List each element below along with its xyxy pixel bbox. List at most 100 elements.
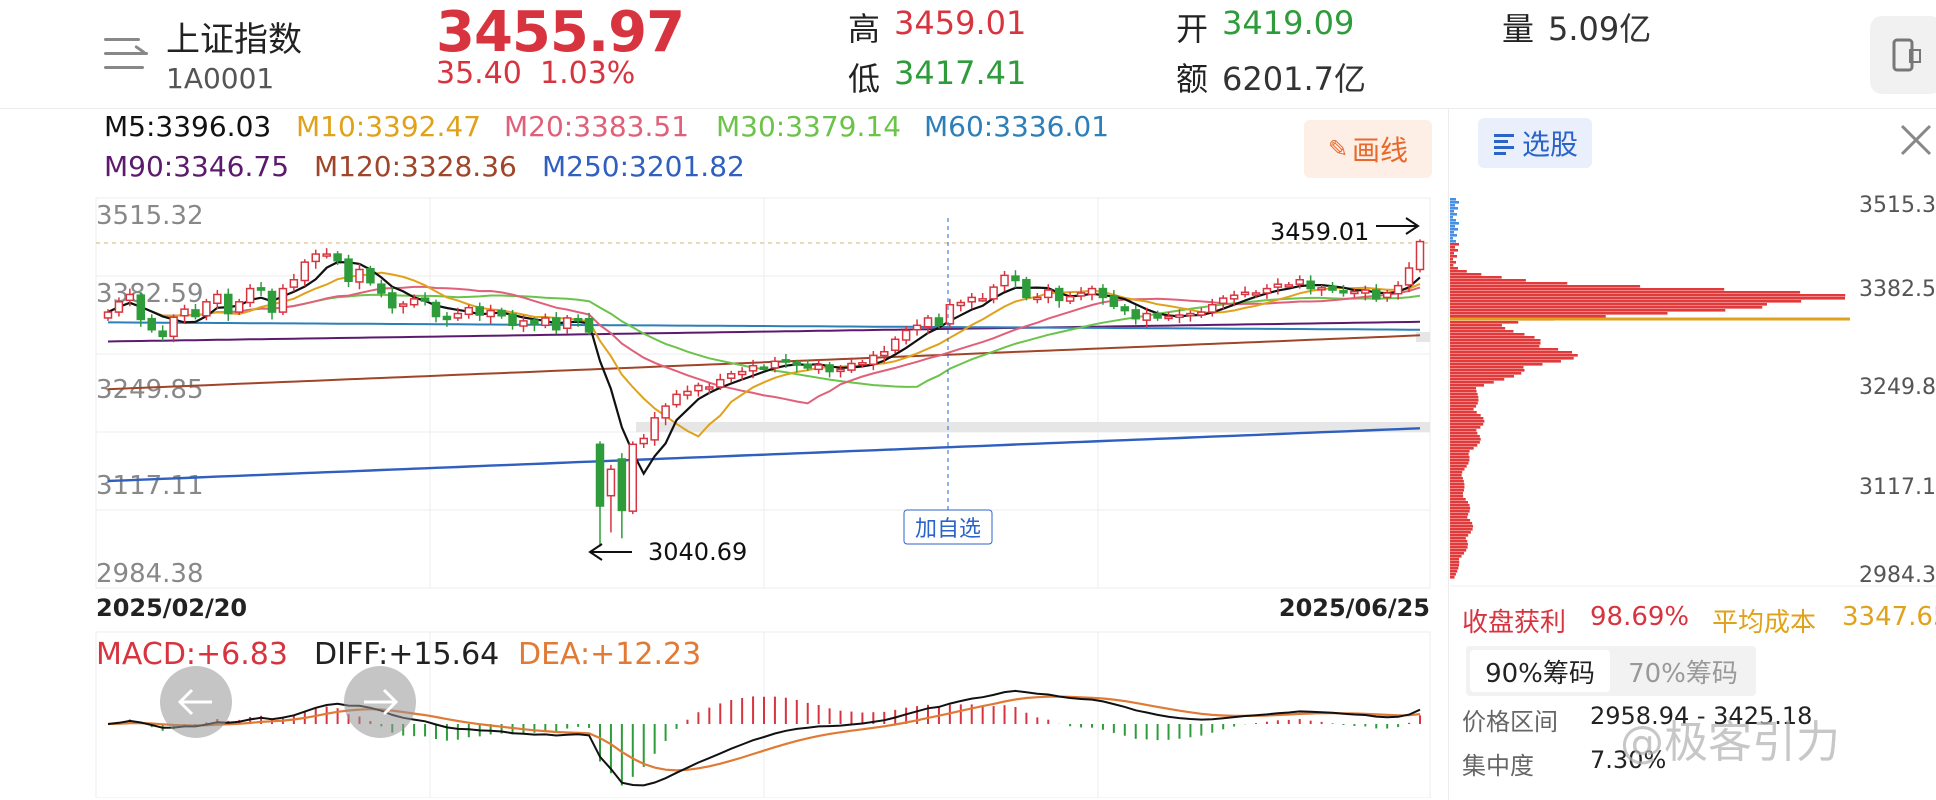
chip-bars — [1450, 198, 1846, 579]
candle-up — [202, 301, 211, 317]
candle-up — [1273, 283, 1283, 288]
candle-up — [322, 253, 331, 257]
chip-y-tick-5: 2984.3 — [1859, 563, 1936, 588]
ma5-label: M5:3396.03 — [104, 110, 272, 143]
candle-up — [300, 261, 310, 282]
chip-bar — [1450, 462, 1469, 465]
candle-down — [781, 359, 791, 363]
amount-value: 6201.7亿 — [1222, 60, 1366, 98]
chip-bar — [1450, 477, 1463, 480]
candle-down — [366, 268, 375, 284]
chip-bar — [1450, 297, 1846, 300]
chip-bar — [1450, 312, 1668, 315]
candle-up — [890, 338, 900, 352]
candle-up — [1033, 296, 1042, 301]
chip-bar — [1450, 510, 1470, 513]
chip-bar — [1450, 537, 1466, 540]
chip-bar — [1450, 486, 1465, 489]
chip-bar — [1450, 315, 1606, 318]
price-change-pct: 1.03% — [540, 56, 636, 91]
chip-bar — [1450, 423, 1484, 426]
profit-value: 98.69% — [1590, 602, 1690, 632]
candle-down — [1339, 290, 1348, 294]
ma90-label: M90:3346.75 — [104, 150, 290, 183]
candle-up — [289, 279, 299, 288]
pencil-icon: ✎ — [1327, 135, 1349, 163]
candle-up — [694, 384, 703, 392]
chip-bar — [1450, 459, 1470, 462]
candle-up — [180, 308, 189, 317]
candle-up — [858, 362, 867, 366]
candle-down — [256, 287, 266, 291]
chip-bar — [1450, 372, 1522, 375]
ma30-label: M30:3379.14 — [716, 110, 902, 143]
chip-bar — [1450, 489, 1464, 492]
chip-bar — [1450, 369, 1525, 372]
chip-bar — [1450, 276, 1502, 279]
chip-bar — [1450, 366, 1524, 369]
draw-line-button[interactable]: ✎ 画线 — [1304, 120, 1432, 178]
candle-up — [814, 364, 823, 371]
candle-up — [989, 286, 998, 300]
candle-up — [650, 417, 659, 441]
chip-bar — [1450, 543, 1468, 546]
candle-up — [1295, 279, 1304, 285]
candle-up — [1284, 284, 1294, 288]
chip-bar — [1450, 408, 1474, 411]
chip-bar — [1450, 447, 1474, 450]
chip-bar — [1450, 381, 1494, 384]
y-tick-1: 3515.32 — [96, 201, 204, 231]
stock-code: 1A0001 — [166, 62, 275, 95]
candle-up — [125, 293, 135, 302]
candle-up — [1350, 290, 1359, 295]
candle-up — [103, 311, 113, 319]
candle-up — [1218, 297, 1228, 305]
chip-bar — [1450, 507, 1471, 510]
candle-up — [1186, 312, 1195, 317]
chip-bar — [1450, 570, 1458, 573]
low-value: 3417.41 — [894, 54, 1027, 92]
candle-up — [748, 364, 758, 372]
ma10-label: M10:3392.47 — [296, 110, 482, 143]
range-label: 价格区间 — [1462, 708, 1558, 736]
chip-bar — [1450, 279, 1526, 282]
chip-distribution-chart: 3515.3 3382.5 3249.8 3117.1 2984.3 — [1450, 193, 1936, 588]
candle-down — [191, 309, 200, 318]
add-watchlist-label: 加自选 — [915, 517, 981, 542]
landscape-phone-button[interactable] — [1870, 16, 1936, 94]
candle-up — [1393, 284, 1403, 295]
candle-down — [825, 364, 834, 373]
candle-down — [1054, 287, 1064, 302]
chip-bar — [1450, 360, 1561, 363]
end-date: 2025/06/25 — [1279, 594, 1430, 622]
candle-up — [1164, 315, 1173, 320]
volume-value: 5.09亿 — [1548, 10, 1652, 48]
tab-90-chip[interactable]: 90%筹码 — [1470, 650, 1610, 692]
chip-bar — [1450, 357, 1574, 360]
chip-bar — [1450, 402, 1478, 405]
chip-bar — [1450, 414, 1481, 417]
add-watchlist-button[interactable]: 加自选 — [903, 509, 993, 545]
chip-bar — [1450, 201, 1459, 204]
next-button[interactable] — [344, 666, 416, 738]
chip-bar — [1450, 240, 1456, 243]
prev-button[interactable] — [160, 666, 232, 738]
chip-bar — [1450, 285, 1641, 288]
candle-up — [1076, 292, 1086, 297]
tab-70-chip[interactable]: 70%筹码 — [1614, 650, 1752, 692]
stock-picker-button[interactable]: 选股 — [1478, 118, 1592, 168]
chip-bar — [1450, 288, 1725, 291]
chip-bar — [1450, 216, 1453, 219]
candle-up — [169, 316, 178, 338]
candle-up — [311, 253, 320, 263]
candle-down — [1098, 287, 1108, 299]
chip-bar — [1450, 561, 1460, 564]
candle-up — [716, 378, 725, 388]
dea-label: DEA:+12.23 — [518, 637, 701, 672]
candle-down — [508, 313, 517, 327]
candle-up — [683, 390, 692, 396]
menu-icon[interactable] — [104, 36, 148, 74]
chip-bar — [1450, 516, 1468, 519]
candle-down — [934, 317, 944, 327]
close-icon[interactable] — [1896, 120, 1936, 160]
